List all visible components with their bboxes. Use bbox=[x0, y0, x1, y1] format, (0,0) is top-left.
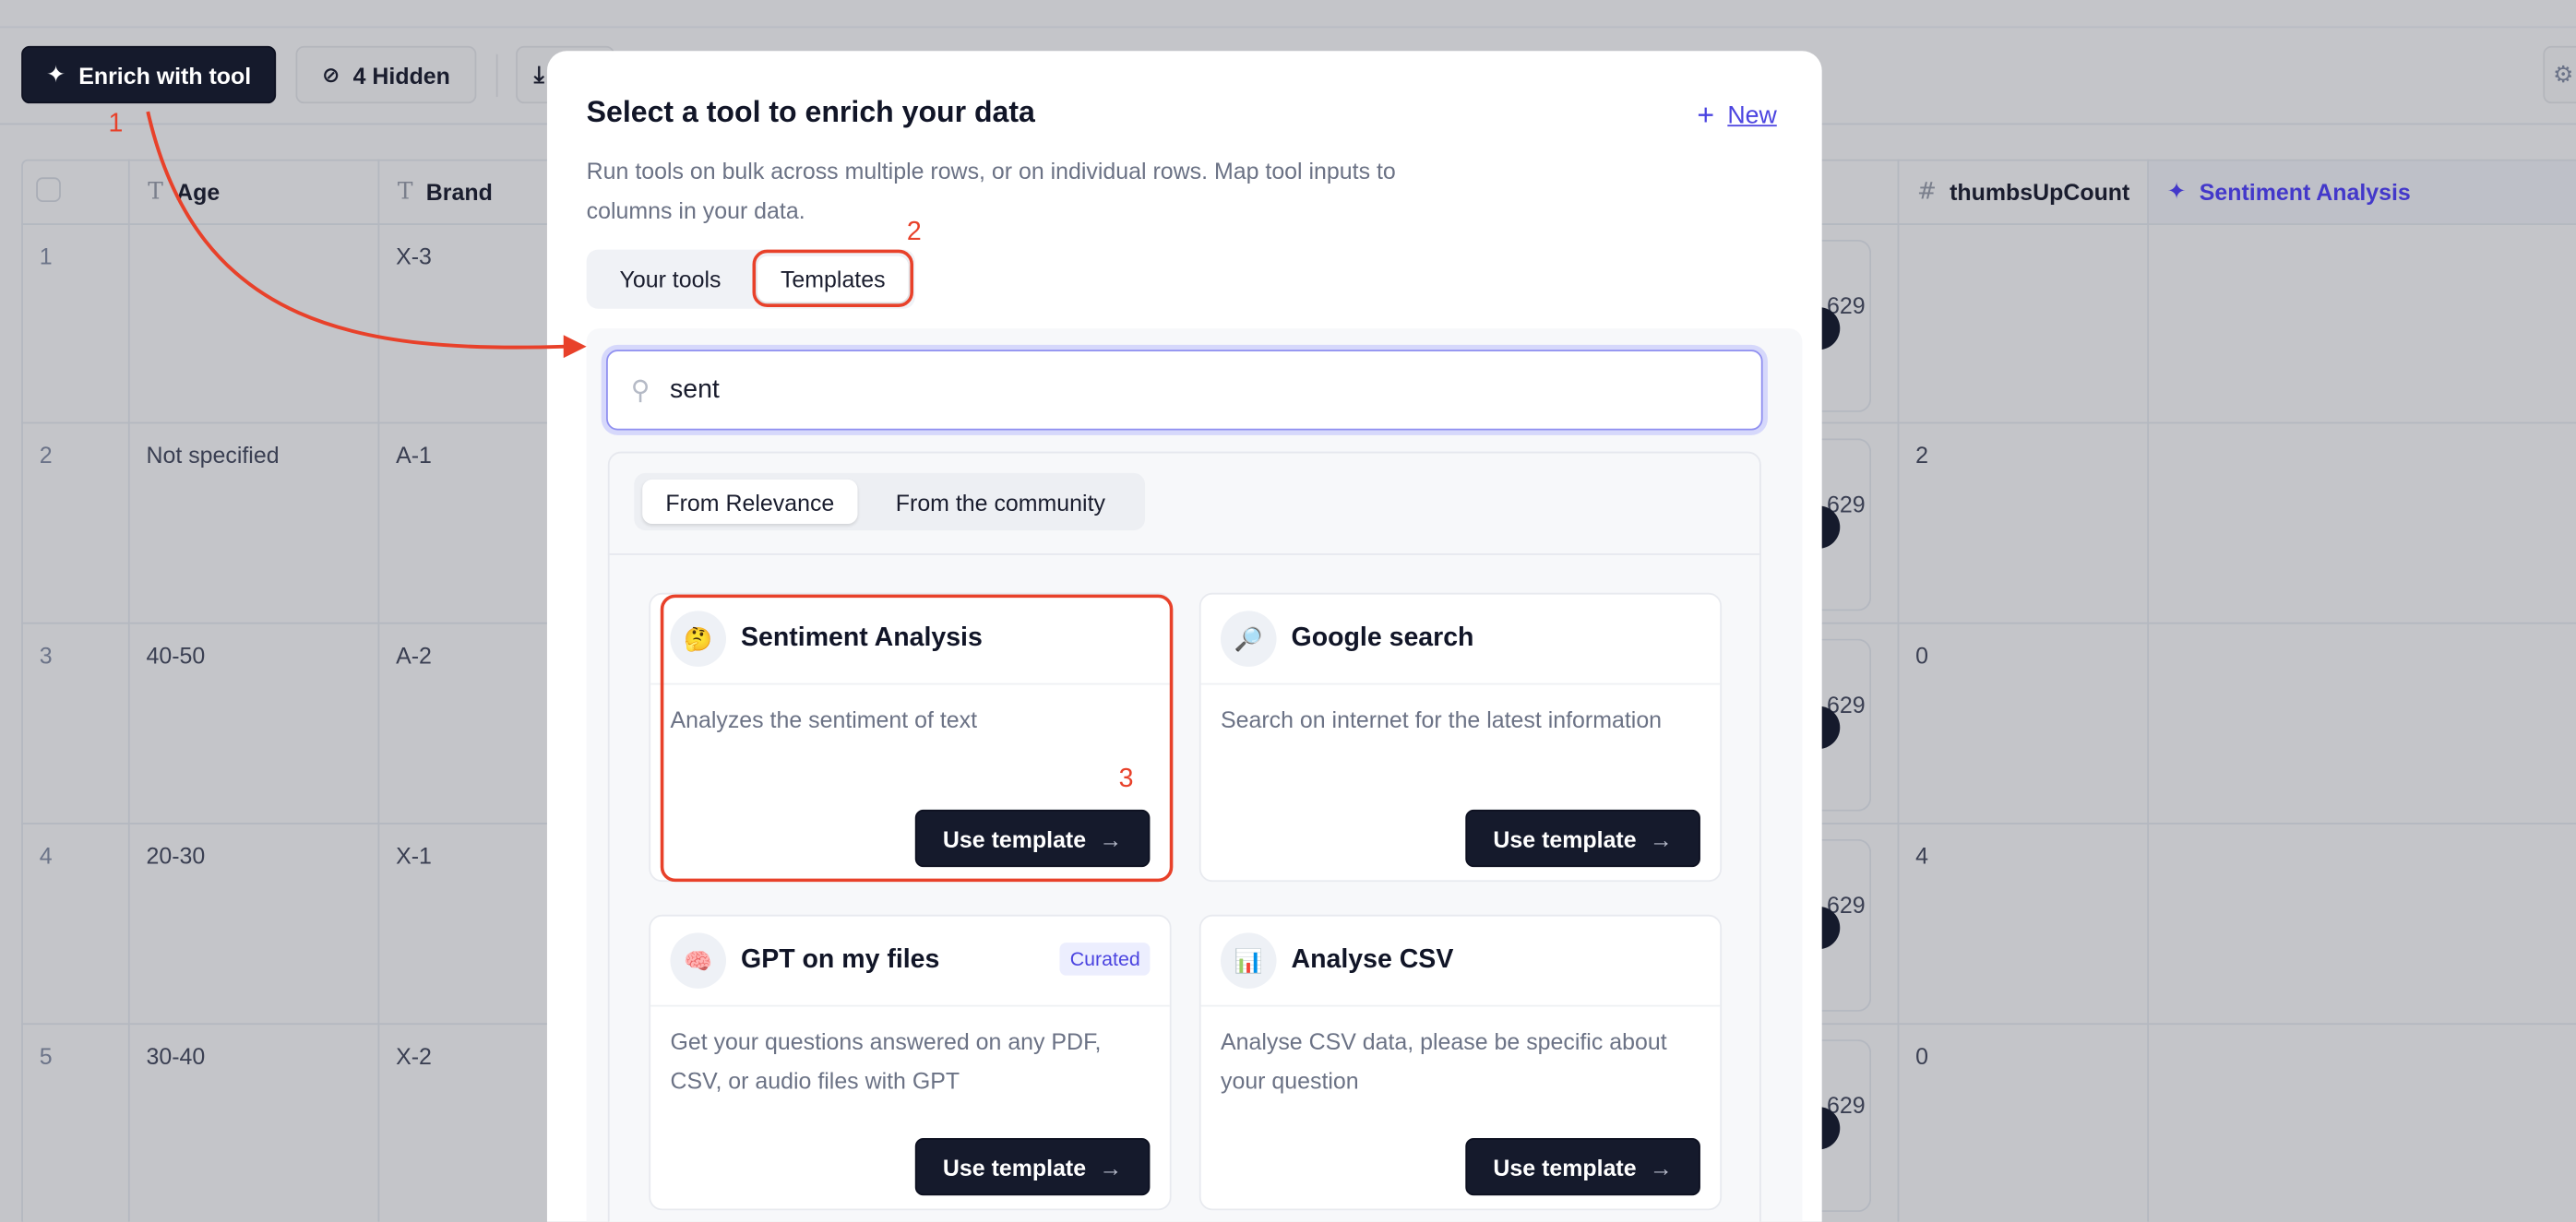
arrow-head bbox=[563, 335, 587, 359]
annotation-arrow bbox=[146, 111, 587, 359]
arrow-path bbox=[146, 111, 567, 350]
annotation-1: 1 bbox=[108, 110, 124, 138]
